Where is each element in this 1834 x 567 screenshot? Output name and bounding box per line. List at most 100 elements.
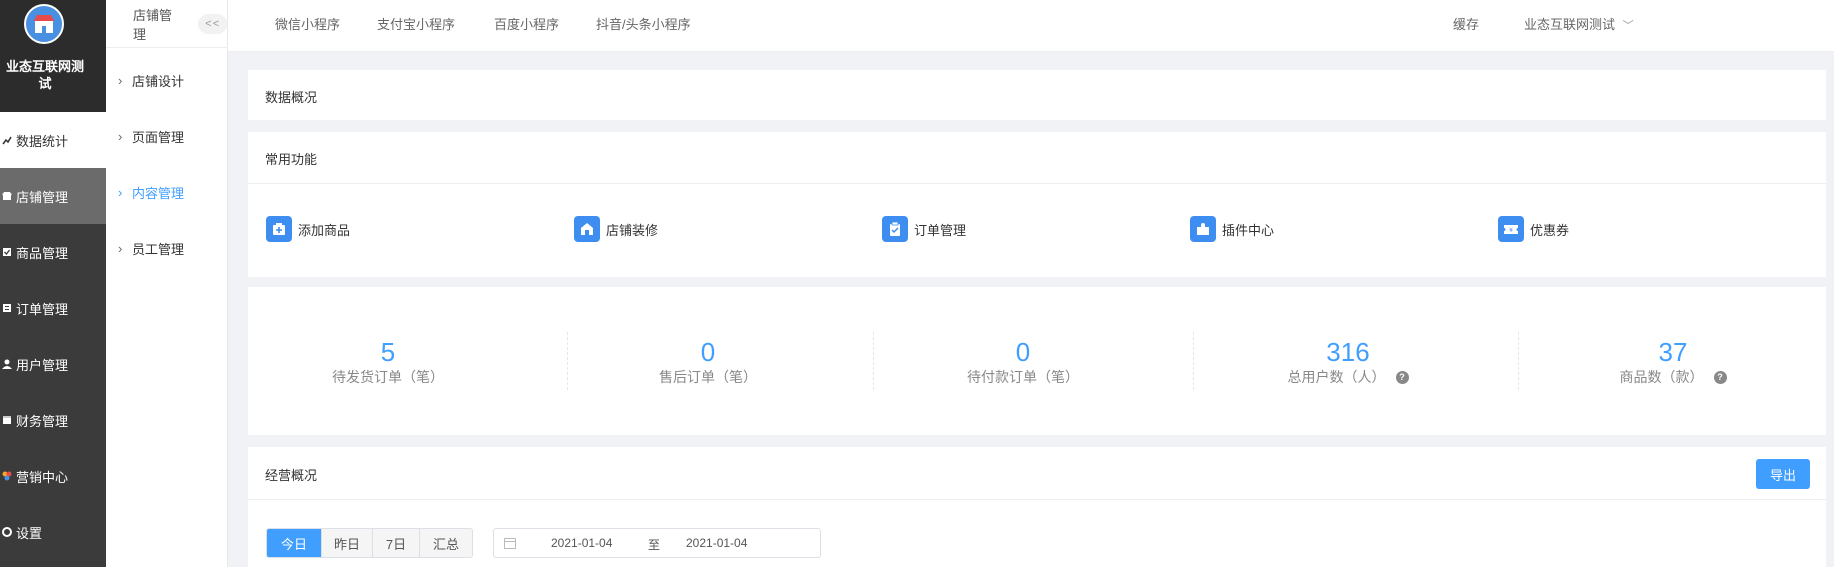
- sidebar-item-goods[interactable]: 商品管理: [0, 224, 106, 280]
- sub-item-label: 员工管理: [132, 241, 185, 257]
- order-management-button[interactable]: 订单管理: [882, 216, 966, 242]
- svg-text:¥: ¥: [1509, 227, 1513, 234]
- sub-item-shop-design[interactable]: › 店铺设计: [106, 60, 228, 100]
- function-label: 添加商品: [298, 222, 351, 238]
- add-product-icon: [266, 216, 292, 242]
- add-product-button[interactable]: 添加商品: [266, 216, 350, 242]
- sub-sidebar: 店铺管理 << › 店铺设计 › 页面管理 › 内容管理 › 员工管理: [106, 0, 228, 567]
- sidebar-item-shop[interactable]: 店铺管理: [0, 168, 106, 224]
- stat-pending-payment[interactable]: 0 待付款订单（笔）: [898, 337, 1148, 387]
- stat-label: 待发货订单（笔）: [332, 369, 444, 385]
- date-range-selector: 今日 昨日 7日 汇总: [266, 528, 473, 558]
- store-decor-button[interactable]: 店铺装修: [574, 216, 658, 242]
- sidebar-item-label: 订单管理: [16, 301, 69, 317]
- divider: [1193, 332, 1194, 390]
- order-icon: [0, 303, 14, 313]
- stat-label: 总用户数（人）: [1287, 369, 1386, 385]
- chart-icon: [0, 135, 14, 145]
- business-overview-title: 经营概况: [265, 468, 318, 483]
- sidebar-item-label: 用户管理: [16, 357, 69, 373]
- date-separator: 至: [648, 538, 661, 552]
- sidebar-item-label: 财务管理: [16, 413, 69, 429]
- date-range-picker[interactable]: 2021-01-04 至 2021-01-04: [493, 528, 821, 558]
- sidebar-item-users[interactable]: 用户管理: [0, 336, 106, 392]
- sub-item-label: 内容管理: [132, 185, 185, 201]
- tab-alipay-miniprogram[interactable]: 支付宝小程序: [377, 14, 455, 33]
- account-menu[interactable]: 业态互联网测试 ﹀: [1524, 14, 1634, 33]
- range-yesterday-button[interactable]: 昨日: [321, 529, 372, 557]
- sidebar-item-marketing[interactable]: 营销中心: [0, 448, 106, 504]
- sub-item-content-management[interactable]: › 内容管理: [106, 172, 228, 212]
- goods-icon: [0, 247, 14, 257]
- divider: [248, 499, 1828, 500]
- finance-icon: [0, 415, 14, 425]
- settings-icon: [0, 527, 14, 537]
- sub-sidebar-title: 店铺管理: [133, 7, 173, 42]
- sub-sidebar-header: 店铺管理 <<: [106, 0, 227, 48]
- tab-baidu-miniprogram[interactable]: 百度小程序: [494, 14, 559, 33]
- function-label: 店铺装修: [606, 222, 659, 238]
- range-summary-button[interactable]: 汇总: [419, 529, 472, 557]
- help-icon[interactable]: ?: [1395, 370, 1409, 384]
- stat-label: 商品数（款）: [1619, 369, 1704, 385]
- end-date-input[interactable]: 2021-01-04: [686, 536, 747, 550]
- sidebar-item-finance[interactable]: 财务管理: [0, 392, 106, 448]
- sidebar-item-statistics[interactable]: 数据统计: [0, 112, 106, 168]
- sidebar-item-label: 数据统计: [16, 133, 69, 149]
- scrollbar[interactable]: [1826, 52, 1834, 567]
- divider: [1518, 332, 1519, 390]
- sidebar-item-label: 营销中心: [16, 469, 69, 485]
- stat-value: 37: [1658, 337, 1688, 367]
- help-icon[interactable]: ?: [1713, 370, 1727, 384]
- overview-card: 数据概况: [248, 70, 1828, 120]
- account-name: 业态互联网测试: [1524, 17, 1616, 32]
- plugin-icon: [1190, 216, 1216, 242]
- main-sidebar: 业态互联网测试 数据统计 店铺管理 商品管理 订单管理 用户管理 财务管理 营销…: [0, 0, 106, 567]
- sidebar-item-label: 店铺管理: [16, 189, 69, 205]
- divider: [567, 332, 568, 390]
- common-functions-card: 常用功能 添加商品 店铺装修 订单管理 插件中心 ¥ 优惠券: [248, 132, 1828, 277]
- chevron-right-icon: ›: [118, 128, 123, 144]
- store-decor-icon: [574, 216, 600, 242]
- stat-label: 待付款订单（笔）: [967, 369, 1079, 385]
- chevron-down-icon: ﹀: [1622, 20, 1634, 32]
- plugin-center-button[interactable]: 插件中心: [1190, 216, 1274, 242]
- user-icon: [0, 359, 14, 369]
- coupon-icon: ¥: [1498, 216, 1524, 242]
- stat-products[interactable]: 37 商品数（款）?: [1538, 337, 1808, 387]
- top-bar: 微信小程序 支付宝小程序 百度小程序 抖音/头条小程序 缓存 业态互联网测试 ﹀: [228, 0, 1834, 52]
- store-logo-icon[interactable]: [24, 4, 64, 44]
- stat-value: 0: [1015, 337, 1031, 367]
- start-date-input[interactable]: 2021-01-04: [551, 536, 612, 550]
- sidebar-item-label: 设置: [16, 525, 43, 541]
- sub-item-page-management[interactable]: › 页面管理: [106, 116, 228, 156]
- shop-name: 业态互联网测试: [5, 59, 84, 91]
- order-clipboard-icon: [882, 216, 908, 242]
- sidebar-item-label: 商品管理: [16, 245, 69, 261]
- sidebar-item-settings[interactable]: 设置: [0, 504, 106, 560]
- collapse-button[interactable]: <<: [198, 13, 227, 34]
- tab-wechat-miniprogram[interactable]: 微信小程序: [275, 14, 340, 33]
- sub-item-label: 页面管理: [132, 129, 185, 145]
- stat-pending-shipment[interactable]: 5 待发货订单（笔）: [278, 337, 498, 387]
- tab-douyin-miniprogram[interactable]: 抖音/头条小程序: [596, 14, 691, 33]
- sidebar-header: 业态互联网测试: [0, 0, 106, 120]
- shop-icon: [0, 191, 14, 201]
- stat-total-users[interactable]: 316 总用户数（人）?: [1218, 337, 1478, 387]
- divider: [248, 183, 1828, 184]
- stat-after-sales[interactable]: 0 售后订单（笔）: [588, 337, 828, 387]
- overview-title: 数据概况: [265, 90, 318, 105]
- stat-value: 0: [700, 337, 716, 367]
- function-label: 插件中心: [1222, 222, 1275, 238]
- range-7days-button[interactable]: 7日: [372, 529, 419, 557]
- stat-value: 5: [380, 337, 396, 367]
- cache-button[interactable]: 缓存: [1453, 14, 1479, 33]
- sidebar-item-orders[interactable]: 订单管理: [0, 280, 106, 336]
- marketing-icon: [0, 471, 14, 481]
- export-button[interactable]: 导出: [1756, 459, 1810, 489]
- range-today-button[interactable]: 今日: [267, 529, 321, 557]
- sub-item-staff-management[interactable]: › 员工管理: [106, 228, 228, 268]
- business-overview-card: 经营概况 导出 今日 昨日 7日 汇总 2021-01-04 至 2021-01…: [248, 447, 1828, 567]
- stat-value: 316: [1326, 337, 1370, 367]
- coupon-button[interactable]: ¥ 优惠券: [1498, 216, 1569, 242]
